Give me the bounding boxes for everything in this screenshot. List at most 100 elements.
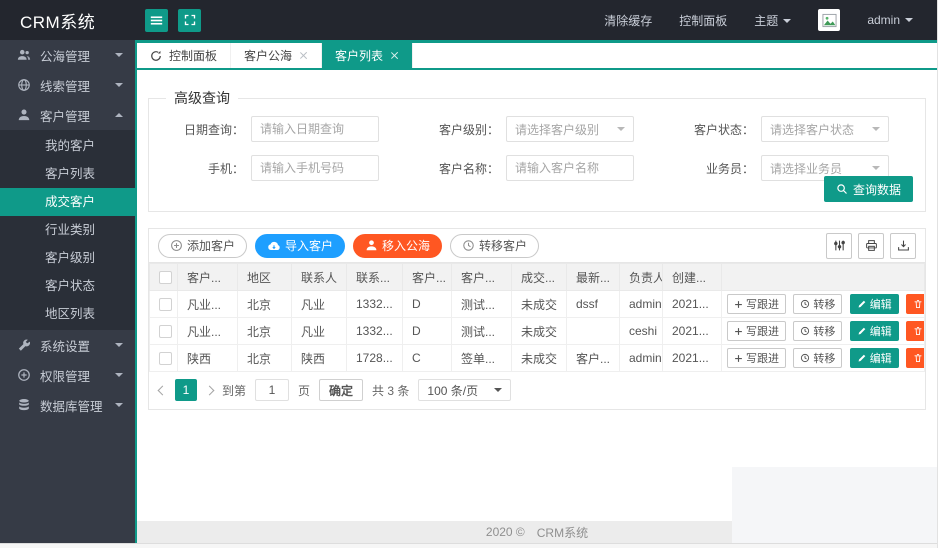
goto-prefix-label: 到第 (222, 382, 246, 399)
print-button[interactable] (858, 233, 884, 259)
transfer-customer-button[interactable]: 转移客户 (450, 234, 539, 258)
column-header: 客户... (452, 264, 512, 291)
sidebar-item-label: 权限管理 (40, 366, 90, 385)
window-edge-right (937, 0, 945, 548)
fullscreen-button[interactable] (178, 9, 201, 32)
filter-columns-button[interactable] (826, 233, 852, 259)
delete-button[interactable]: 删除 (906, 294, 924, 314)
import-customer-button[interactable]: 导入客户 (255, 234, 345, 258)
current-page-button[interactable]: 1 (175, 379, 197, 401)
print-icon (865, 239, 878, 252)
edit-button[interactable]: 编辑 (850, 294, 899, 314)
sidebar-subitem-industry-category[interactable]: 行业类别 (0, 216, 135, 244)
avatar[interactable] (818, 9, 840, 31)
edit-icon (857, 326, 867, 336)
goto-page-input[interactable] (255, 379, 289, 401)
row-checkbox[interactable] (159, 352, 172, 365)
write-followup-button[interactable]: 写跟进 (727, 348, 786, 368)
sidebar-subitem-region-list[interactable]: 地区列表 (0, 300, 135, 328)
field-phone: 手机： (161, 155, 386, 181)
footer-copyright: 2020 © (486, 525, 525, 539)
row-checkbox[interactable] (159, 298, 172, 311)
page-size-select[interactable]: 100 条/页 (418, 379, 511, 401)
next-page-icon[interactable] (205, 385, 215, 395)
customer-table: 客户... 地区 联系人 联系... 客户... 客户... 成交... 最新.… (149, 263, 925, 372)
wrench-icon (17, 338, 32, 352)
clear-cache-link[interactable]: 清除缓存 (604, 12, 652, 29)
close-icon[interactable] (299, 51, 308, 60)
sidebar-subitem-my-customers[interactable]: 我的客户 (0, 132, 135, 160)
row-checkbox[interactable] (159, 325, 172, 338)
sidebar-subitem-customer-list[interactable]: 客户列表 (0, 160, 135, 188)
sidebar-item-label: 数据库管理 (40, 396, 103, 415)
transfer-button[interactable]: 转移 (793, 348, 842, 368)
close-icon[interactable] (390, 51, 399, 60)
window-edge-bottom (0, 543, 937, 548)
write-followup-button[interactable]: 写跟进 (727, 294, 786, 314)
phone-input[interactable] (251, 155, 379, 181)
chevron-down-icon (115, 83, 123, 91)
move-to-public-sea-button[interactable]: 移入公海 (353, 234, 442, 258)
field-label: 客户状态： (671, 121, 761, 138)
control-panel-link[interactable]: 控制面板 (679, 12, 727, 29)
chevron-up-icon (115, 109, 123, 117)
edit-button[interactable]: 编辑 (850, 321, 899, 341)
customer-level-select[interactable]: 请选择客户级别 (506, 116, 634, 142)
column-header: 客户... (178, 264, 238, 291)
transfer-button[interactable]: 转移 (793, 294, 842, 314)
total-count-label: 共 3 条 (372, 382, 409, 399)
tab-customer-public-sea[interactable]: 客户公海 (231, 43, 322, 68)
page-content: 高级查询 日期查询： 客户级别： 请选择客户级别 客户状态： (137, 70, 937, 410)
sidebar-item-leads[interactable]: 线索管理 (0, 70, 135, 100)
sidebar-item-database[interactable]: 数据库管理 (0, 390, 135, 420)
table-row: 凡业...北京凡业1332...D测试...未成交ceshi2021... 写跟… (150, 318, 925, 345)
field-customer-level: 客户级别： 请选择客户级别 (416, 116, 641, 142)
customer-name-input[interactable] (506, 155, 634, 181)
sidebar-item-system-settings[interactable]: 系统设置 (0, 330, 135, 360)
sidebar-subitem-closed-customers[interactable]: 成交客户 (0, 188, 135, 216)
date-query-input[interactable] (251, 116, 379, 142)
app-logo: CRM系统 (0, 8, 135, 33)
transfer-button[interactable]: 转移 (793, 321, 842, 341)
write-followup-button[interactable]: 写跟进 (727, 321, 786, 341)
database-icon (17, 398, 32, 412)
sidebar-subitem-customer-level[interactable]: 客户级别 (0, 244, 135, 272)
tab-customer-list[interactable]: 客户列表 (322, 43, 413, 68)
advanced-search-legend: 高级查询 (166, 88, 238, 108)
header-actions: 清除缓存 控制面板 主题 admin (604, 9, 937, 31)
clock-icon (800, 299, 810, 309)
tab-bar: 控制面板 客户公海 客户列表 (137, 43, 937, 70)
collapse-sidebar-button[interactable] (145, 9, 168, 32)
sidebar-item-label: 系统设置 (40, 336, 90, 355)
column-header: 负责人 (620, 264, 663, 291)
clock-icon (800, 353, 810, 363)
prev-page-icon[interactable] (158, 385, 168, 395)
sidebar-item-label: 客户管理 (40, 106, 90, 125)
export-button[interactable] (890, 233, 916, 259)
table-toolbar: 添加客户 导入客户 移入公海 (149, 229, 925, 263)
query-data-button[interactable]: 查询数据 (824, 176, 913, 202)
sidebar-item-permissions[interactable]: 权限管理 (0, 360, 135, 390)
search-icon (836, 183, 848, 195)
delete-button[interactable]: 删除 (906, 348, 924, 368)
goto-confirm-button[interactable]: 确定 (319, 379, 363, 401)
edit-button[interactable]: 编辑 (850, 348, 899, 368)
select-all-checkbox[interactable] (159, 271, 172, 284)
theme-dropdown[interactable]: 主题 (754, 12, 791, 29)
delete-button[interactable]: 删除 (906, 321, 924, 341)
search-form-grid: 日期查询： 客户级别： 请选择客户级别 客户状态： 请选择客户状态 (161, 116, 913, 181)
field-label: 日期查询： (161, 121, 251, 138)
field-customer-status: 客户状态： 请选择客户状态 (671, 116, 896, 142)
clock-icon (462, 239, 475, 252)
user-dropdown[interactable]: admin (867, 13, 913, 27)
sidebar-subitem-customer-status[interactable]: 客户状态 (0, 272, 135, 300)
hamburger-icon (150, 14, 163, 27)
tab-control-panel[interactable]: 控制面板 (137, 43, 231, 68)
sidebar-item-public-sea[interactable]: 公海管理 (0, 40, 135, 70)
chevron-down-icon (115, 53, 123, 61)
add-customer-button[interactable]: 添加客户 (158, 234, 247, 258)
customer-table-card: 添加客户 导入客户 移入公海 (148, 228, 926, 410)
customer-status-select[interactable]: 请选择客户状态 (761, 116, 889, 142)
sidebar-item-customers[interactable]: 客户管理 (0, 100, 135, 130)
table-row: 凡业...北京凡业1332...D测试...未成交dssfadmin2021..… (150, 291, 925, 318)
